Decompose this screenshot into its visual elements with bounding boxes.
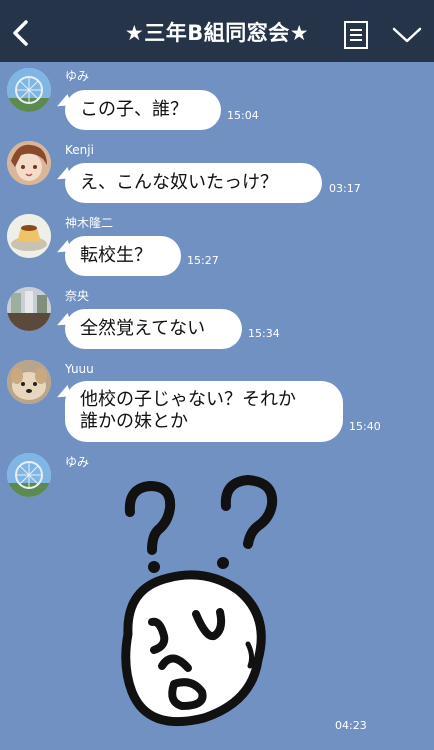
message-line: 他校の子じゃない？それか (80, 389, 296, 410)
chevron-down-icon[interactable] (392, 26, 422, 44)
avatar[interactable] (7, 214, 51, 258)
message-time: 15:27 (187, 254, 219, 267)
message-bubble[interactable]: え、こんな奴いたっけ？ (65, 163, 322, 203)
ferris-wheel-icon (7, 68, 51, 112)
message-line: 誰かの妹とか (80, 411, 188, 432)
message-time: 15:40 (349, 420, 381, 433)
message-bubble[interactable]: 他校の子じゃない？それか 誰かの妹とか (65, 381, 343, 442)
avatar[interactable] (7, 287, 51, 331)
message-time: 04:23 (335, 719, 367, 732)
sender-name: ゆみ (65, 455, 90, 469)
sender-name: Kenji (65, 143, 94, 157)
pudding-icon (7, 214, 51, 258)
message-time: 03:17 (329, 182, 361, 195)
note-list-icon[interactable] (343, 20, 369, 50)
sender-name: 奈央 (65, 289, 90, 303)
avatar[interactable] (7, 141, 51, 185)
message-bubble[interactable]: 全然覚えてない (65, 309, 242, 349)
avatar[interactable] (7, 360, 51, 404)
sender-name: 神木隆二 (65, 216, 114, 230)
message-time: 15:04 (227, 109, 259, 122)
ferris-wheel-icon (7, 453, 51, 497)
message-bubble[interactable]: 転校生？ (65, 236, 181, 276)
sender-name: ゆみ (65, 69, 90, 83)
cafe-icon (7, 287, 51, 331)
confused-face-sticker[interactable] (108, 470, 303, 732)
chat-header: ★三年B組同窓会★ (0, 0, 434, 62)
anime-girl-icon (7, 141, 51, 185)
sender-name: Yuuu (65, 362, 94, 376)
message-time: 15:34 (248, 327, 280, 340)
avatar[interactable] (7, 68, 51, 112)
message-bubble[interactable]: この子、誰？ (65, 90, 221, 130)
avatar[interactable] (7, 453, 51, 497)
dog-icon (7, 360, 51, 404)
